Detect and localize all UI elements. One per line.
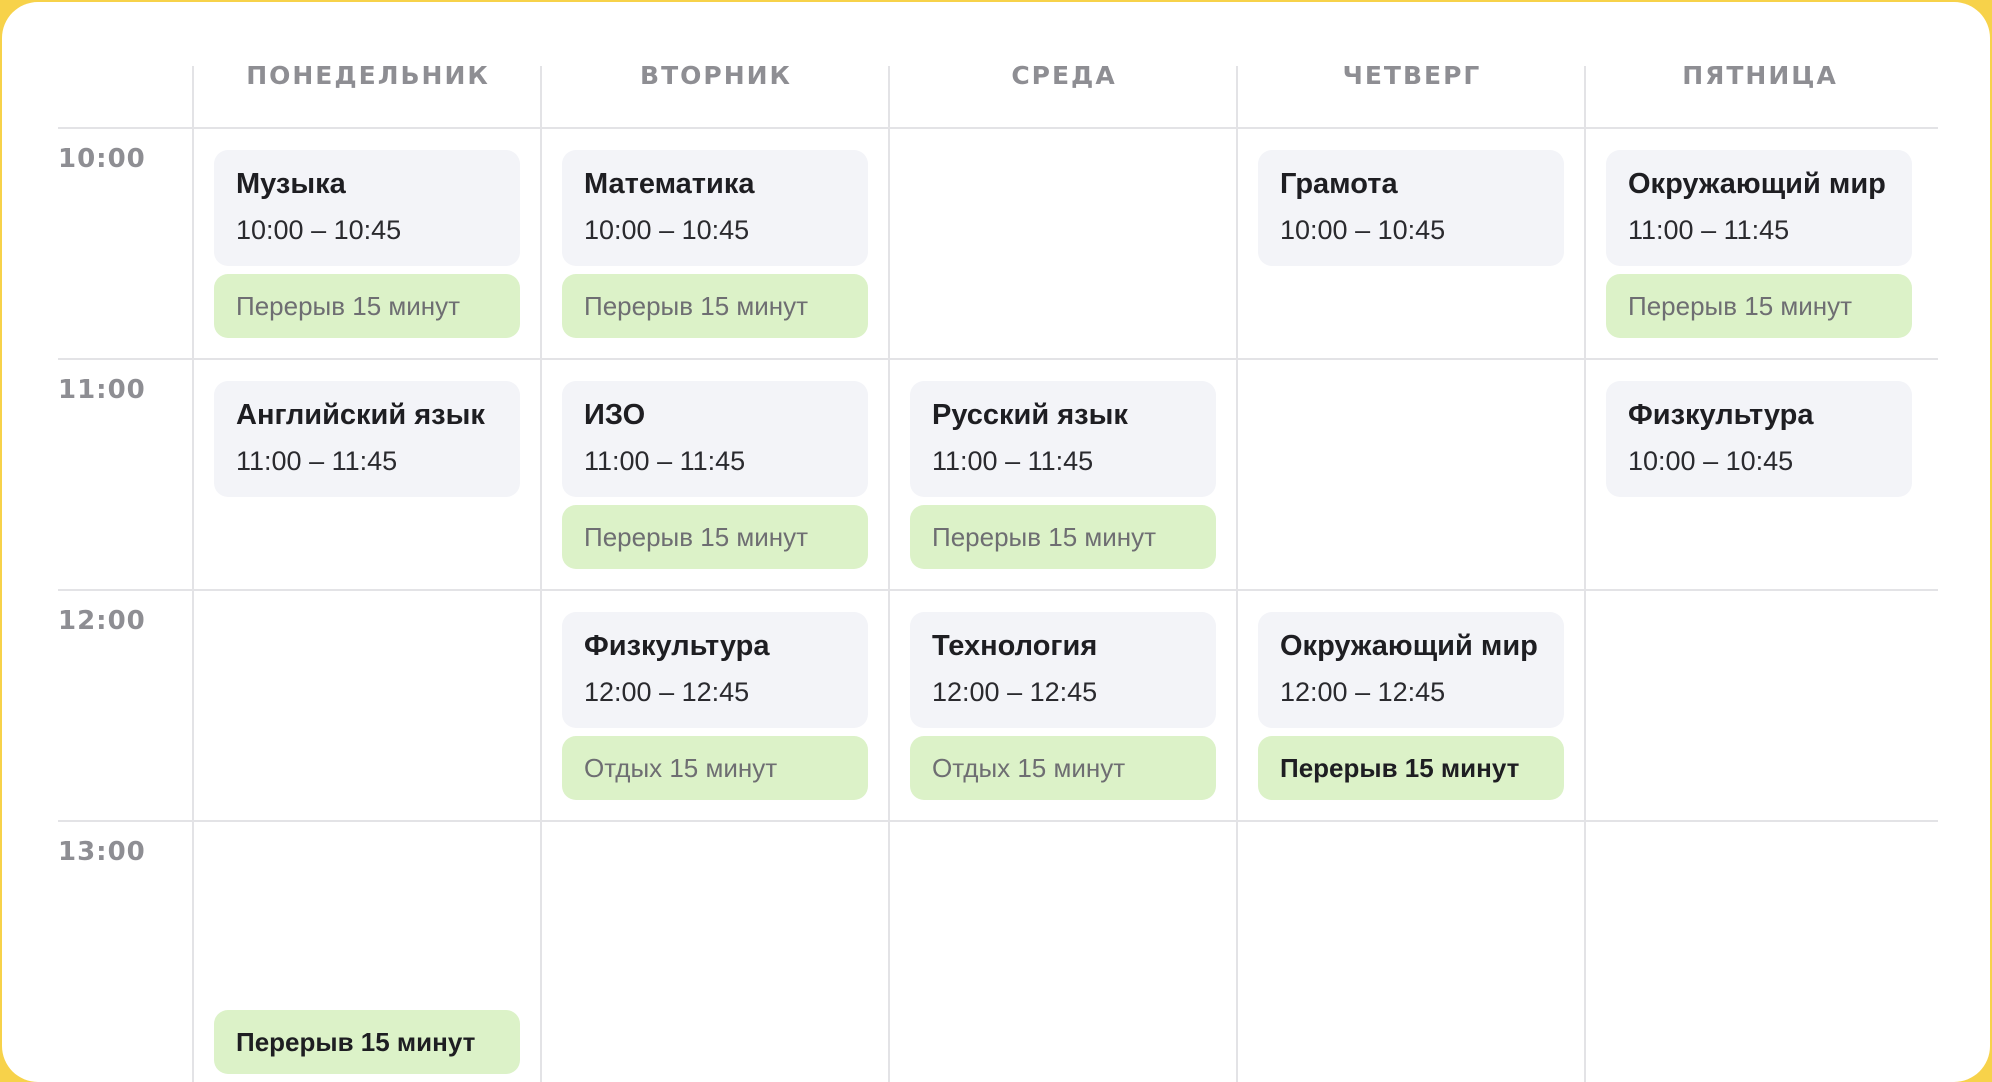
break-card: Перерыв 15 минут <box>562 505 868 569</box>
lesson-time: 10:00 – 10:45 <box>584 215 750 245</box>
lesson-title: Окружающий мир <box>1628 168 1886 200</box>
lesson-time: 11:00 – 11:45 <box>584 446 746 476</box>
lesson-time: 10:00 – 10:45 <box>1628 446 1794 476</box>
lesson-title: Математика <box>584 168 755 200</box>
lesson-card[interactable]: Математика 10:00 – 10:45 <box>562 150 868 266</box>
lesson-time: 12:00 – 12:45 <box>584 677 750 707</box>
lesson-card[interactable]: Физкультура 10:00 – 10:45 <box>1606 381 1912 497</box>
lesson-time: 12:00 – 12:45 <box>1280 677 1446 707</box>
day-header-thursday: ЧЕТВЕРГ <box>1342 61 1482 90</box>
break-card: Перерыв 15 минут <box>214 274 520 338</box>
day-header-tuesday: ВТОРНИК <box>640 61 792 90</box>
lesson-time: 10:00 – 10:45 <box>1280 215 1446 245</box>
grid-row-divider <box>58 127 1938 129</box>
time-label-12: 12:00 <box>58 606 146 636</box>
lesson-card[interactable]: Русский язык 11:00 – 11:45 <box>910 381 1216 497</box>
lesson-title: Технология <box>932 630 1098 662</box>
grid-column-divider <box>192 66 194 1082</box>
lesson-card[interactable]: Английский язык 11:00 – 11:45 <box>214 381 520 497</box>
lesson-time: 10:00 – 10:45 <box>236 215 402 245</box>
time-label-11: 11:00 <box>58 375 146 405</box>
break-card: Перерыв 15 минут <box>562 274 868 338</box>
day-header-monday: ПОНЕДЕЛЬНИК <box>246 61 490 90</box>
day-header-wednesday: СРЕДА <box>1011 61 1117 90</box>
lesson-time: 11:00 – 11:45 <box>932 446 1094 476</box>
lesson-card[interactable]: Музыка 10:00 – 10:45 <box>214 150 520 266</box>
lesson-card[interactable]: Окружающий мир 11:00 – 11:45 <box>1606 150 1912 266</box>
grid-row-divider <box>58 820 1938 822</box>
lesson-title: Грамота <box>1280 168 1398 200</box>
day-header-friday: ПЯТНИЦА <box>1682 61 1838 90</box>
lesson-card[interactable]: Грамота 10:00 – 10:45 <box>1258 150 1564 266</box>
time-label-13: 13:00 <box>58 837 146 867</box>
grid-column-divider <box>1584 66 1586 1082</box>
break-card: Перерыв 15 минут <box>910 505 1216 569</box>
lesson-title: Физкультура <box>1628 399 1814 431</box>
grid-row-divider <box>58 358 1938 360</box>
schedule-card: ПОНЕДЕЛЬНИК ВТОРНИК СРЕДА ЧЕТВЕРГ ПЯТНИЦ… <box>2 2 1990 1082</box>
lesson-card[interactable]: Окружающий мир 12:00 – 12:45 <box>1258 612 1564 728</box>
break-card: Перерыв 15 минут <box>1606 274 1912 338</box>
grid-column-divider <box>1236 66 1238 1082</box>
rest-card: Отдых 15 минут <box>562 736 868 800</box>
lesson-time: 11:00 – 11:45 <box>236 446 398 476</box>
break-card: Перерыв 15 минут <box>1258 736 1564 800</box>
lesson-title: ИЗО <box>584 399 646 431</box>
break-card: Перерыв 15 минут <box>214 1010 520 1074</box>
lesson-title: Русский язык <box>932 399 1128 431</box>
lesson-card[interactable]: ИЗО 11:00 – 11:45 <box>562 381 868 497</box>
lesson-time: 12:00 – 12:45 <box>932 677 1098 707</box>
lesson-title: Окружающий мир <box>1280 630 1538 662</box>
lesson-time: 11:00 – 11:45 <box>1628 215 1790 245</box>
grid-column-divider <box>888 66 890 1082</box>
time-label-10: 10:00 <box>58 144 146 174</box>
lesson-title: Физкультура <box>584 630 770 662</box>
grid-row-divider <box>58 589 1938 591</box>
lesson-card[interactable]: Физкультура 12:00 – 12:45 <box>562 612 868 728</box>
grid-column-divider <box>540 66 542 1082</box>
rest-card: Отдых 15 минут <box>910 736 1216 800</box>
lesson-title: Музыка <box>236 168 346 200</box>
lesson-title: Английский язык <box>236 399 485 431</box>
lesson-card[interactable]: Технология 12:00 – 12:45 <box>910 612 1216 728</box>
